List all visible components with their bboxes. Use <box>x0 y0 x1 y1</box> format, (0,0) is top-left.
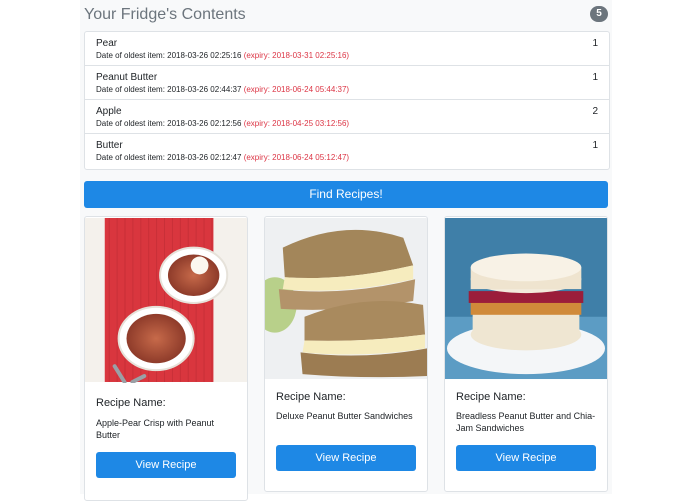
oldest-label: Date of oldest item: <box>96 119 165 128</box>
recipe-name-label: Recipe Name: <box>276 391 346 403</box>
list-item[interactable]: Butter Date of oldest item: 2018-03-26 0… <box>85 134 609 169</box>
item-name: Butter <box>96 140 123 151</box>
oldest-label: Date of oldest item: <box>96 51 165 60</box>
item-count-badge: 5 <box>590 6 608 22</box>
view-recipe-button[interactable]: View Recipe <box>96 452 236 478</box>
list-item[interactable]: Apple Date of oldest item: 2018-03-26 02… <box>85 100 609 134</box>
recipe-card: Recipe Name: Deluxe Peanut Butter Sandwi… <box>264 216 428 492</box>
find-recipes-button[interactable]: Find Recipes! <box>84 181 608 208</box>
rice-cake-sandwich-photo <box>445 217 607 380</box>
oldest-label: Date of oldest item: <box>96 85 165 94</box>
item-name: Pear <box>96 38 118 49</box>
item-name: Apple <box>96 106 122 117</box>
view-recipe-button[interactable]: View Recipe <box>276 445 416 471</box>
page-title: Your Fridge's Contents <box>84 6 246 23</box>
item-meta: Date of oldest item: 2018-03-26 02:44:37… <box>96 84 349 95</box>
oldest-date: 2018-03-26 02:12:56 <box>167 119 242 128</box>
oldest-date: 2018-03-26 02:44:37 <box>167 85 242 94</box>
expiry-date: (expiry: 2018-03-31 02:25:16) <box>243 51 350 60</box>
item-name: Peanut Butter <box>96 72 158 83</box>
recipe-card: Recipe Name: Apple-Pear Crisp with Peanu… <box>84 216 248 501</box>
recipe-name: Breadless Peanut Butter and Chia-Jam San… <box>456 411 596 433</box>
view-recipe-button[interactable]: View Recipe <box>456 445 596 471</box>
recipe-name: Apple-Pear Crisp with Peanut Butter <box>96 418 215 440</box>
recipe-name-label: Recipe Name: <box>456 391 526 403</box>
item-count: 1 <box>592 38 598 49</box>
item-meta: Date of oldest item: 2018-03-26 02:25:16… <box>96 50 349 61</box>
recipe-card: Recipe Name: Breadless Peanut Butter and… <box>444 216 608 492</box>
expiry-date: (expiry: 2018-06-24 05:12:47) <box>243 153 350 162</box>
item-count: 1 <box>592 72 598 83</box>
fridge-item-list: Pear Date of oldest item: 2018-03-26 02:… <box>84 31 610 170</box>
list-item[interactable]: Pear Date of oldest item: 2018-03-26 02:… <box>85 32 609 66</box>
item-meta: Date of oldest item: 2018-03-26 02:12:56… <box>96 118 349 129</box>
expiry-date: (expiry: 2018-06-24 05:44:37) <box>243 85 350 94</box>
fridge-header: Your Fridge's Contents 5 <box>84 4 608 26</box>
apple-pear-crisp-photo <box>85 218 247 383</box>
recipe-name-label: Recipe Name: <box>96 397 166 409</box>
item-count: 1 <box>592 140 598 151</box>
item-meta: Date of oldest item: 2018-03-26 02:12:47… <box>96 152 349 163</box>
oldest-date: 2018-03-26 02:25:16 <box>167 51 242 60</box>
recipe-name: Deluxe Peanut Butter Sandwiches <box>276 411 413 421</box>
oldest-label: Date of oldest item: <box>96 153 165 162</box>
list-item[interactable]: Peanut Butter Date of oldest item: 2018-… <box>85 66 609 100</box>
item-count: 2 <box>592 106 598 117</box>
sandwich-photo <box>265 217 427 380</box>
expiry-date: (expiry: 2018-04-25 03:12:56) <box>243 119 350 128</box>
oldest-date: 2018-03-26 02:12:47 <box>167 153 242 162</box>
